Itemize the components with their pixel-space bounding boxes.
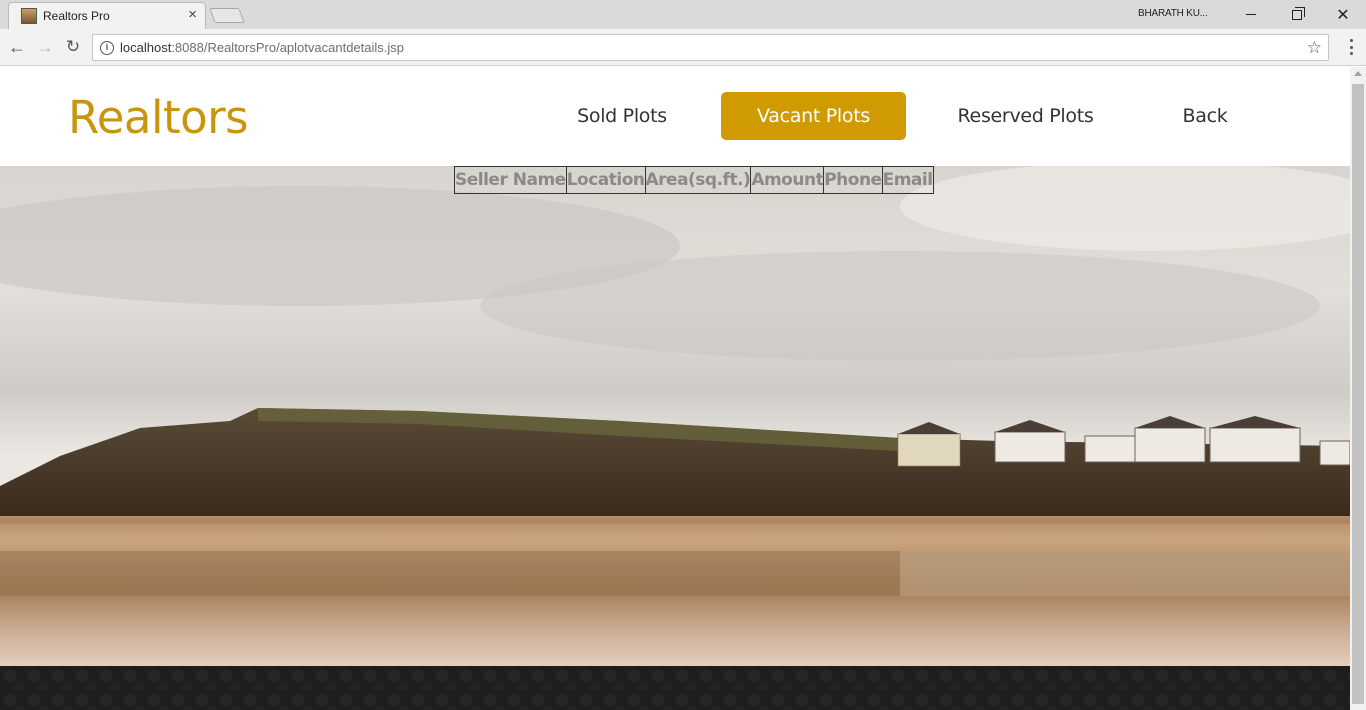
scroll-up-arrow-icon[interactable] (1354, 71, 1362, 76)
hero-landscape-image (0, 166, 1350, 666)
column-header: Area(sq.ft.) (644, 166, 752, 194)
reload-icon: ↻ (65, 37, 81, 56)
url-host: localhost (120, 40, 172, 55)
nav-back[interactable]: Back (1165, 92, 1245, 140)
coastline-illustration (0, 166, 1350, 666)
tab-close-icon[interactable]: × (188, 7, 197, 23)
url-text[interactable]: localhost:8088/RealtorsPro/aplotvacantde… (120, 40, 404, 55)
vacant-plots-table: Seller Name Location Area(sq.ft.) Amount… (454, 166, 934, 194)
bookmark-star-icon[interactable]: ☆ (1307, 38, 1322, 58)
browser-titlebar: Realtors Pro × BHARATH KU... ✕ (0, 0, 1366, 29)
back-button[interactable]: ← (6, 36, 28, 58)
tab-title: Realtors Pro (43, 9, 110, 23)
column-header: Email (881, 166, 934, 194)
nav-vacant-plots[interactable]: Vacant Plots (721, 92, 906, 140)
address-bar[interactable]: i localhost:8088/RealtorsPro/aplotvacant… (92, 34, 1329, 61)
chrome-menu-icon[interactable] (1343, 37, 1359, 57)
table-header-row: Seller Name Location Area(sq.ft.) Amount… (454, 166, 934, 194)
favicon-icon (21, 8, 37, 24)
nav-reserved-plots[interactable]: Reserved Plots (945, 92, 1106, 140)
url-path: :8088/RealtorsPro/aplotvacantdetails.jsp (171, 40, 405, 55)
browser-toolbar: ← → ↻ i localhost:8088/RealtorsPro/aplot… (0, 29, 1366, 66)
column-header: Location (565, 166, 646, 194)
scrollbar-thumb[interactable] (1352, 84, 1364, 704)
restore-icon (1292, 6, 1305, 20)
minimize-icon (1246, 14, 1256, 15)
close-icon: ✕ (1336, 6, 1350, 24)
site-info-icon[interactable]: i (100, 41, 114, 55)
column-header: Seller Name (454, 166, 567, 194)
profile-name[interactable]: BHARATH KU... (1138, 8, 1208, 19)
reload-button[interactable]: ↻ (62, 36, 84, 58)
column-header: Phone (823, 166, 883, 194)
forward-arrow-icon: → (36, 36, 54, 57)
browser-tab[interactable]: Realtors Pro × (8, 2, 206, 29)
back-arrow-icon: ← (8, 36, 26, 57)
nav-sold-plots[interactable]: Sold Plots (560, 92, 684, 140)
page-footer (0, 666, 1350, 710)
restore-button[interactable] (1274, 0, 1320, 29)
close-window-button[interactable]: ✕ (1320, 0, 1366, 29)
column-header: Amount (750, 166, 825, 194)
site-header: Realtors Sold Plots Vacant Plots Reserve… (0, 67, 1350, 166)
new-tab-button[interactable] (209, 8, 245, 23)
page-viewport: Realtors Sold Plots Vacant Plots Reserve… (0, 67, 1350, 710)
vertical-scrollbar[interactable] (1350, 67, 1366, 710)
forward-button[interactable]: → (34, 36, 56, 58)
site-logo[interactable]: Realtors (68, 91, 249, 144)
minimize-button[interactable] (1228, 0, 1274, 29)
